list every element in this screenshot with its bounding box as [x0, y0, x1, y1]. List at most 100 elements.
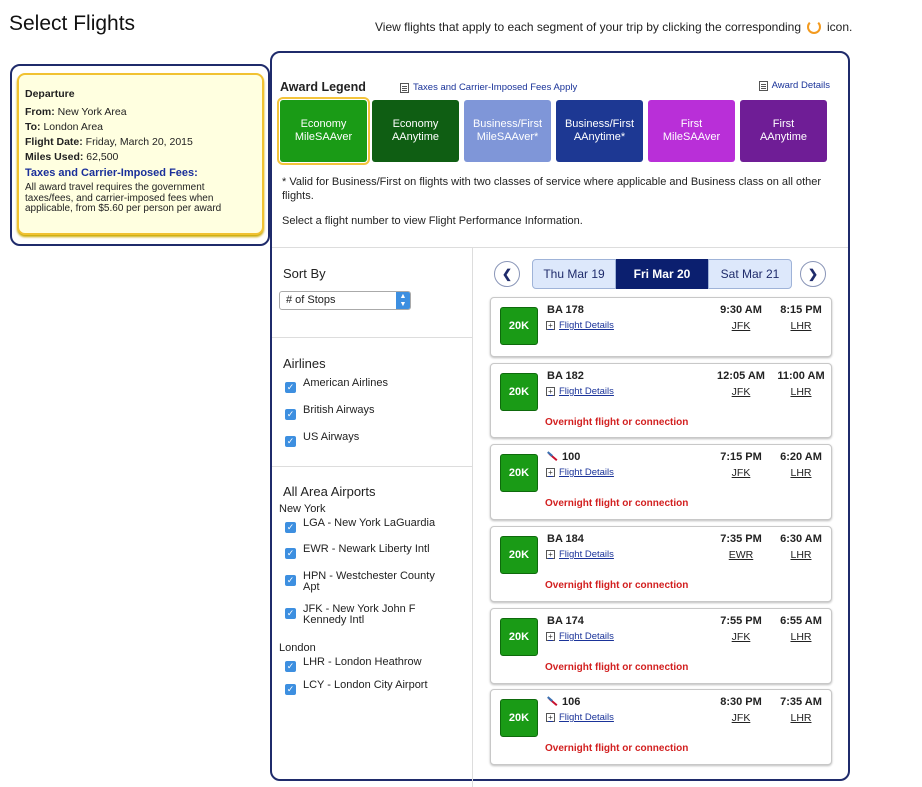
legend-business-first-milesaaver[interactable]: Business/First MileSAAver*: [464, 100, 551, 162]
sort-by-title: Sort By: [283, 266, 326, 281]
date-value: Friday, March 20, 2015: [85, 136, 193, 148]
flight-number[interactable]: BA 178: [547, 304, 584, 316]
expand-icon: +: [546, 550, 555, 559]
arrive-airport-link[interactable]: LHR: [771, 549, 831, 561]
airport-checkbox-jfk[interactable]: ✓ JFK - New York John F Kennedy Intl: [285, 604, 435, 626]
flight-details-link[interactable]: + Flight Details: [546, 467, 614, 478]
depart-airport-link[interactable]: JFK: [713, 320, 769, 332]
flight-details-link[interactable]: + Flight Details: [546, 549, 614, 560]
header-note-icon-word: icon.: [827, 20, 853, 34]
airline-checkbox-british[interactable]: ✓ British Airways: [285, 405, 460, 420]
header-note: View flights that apply to each segment …: [375, 20, 852, 34]
flight-number[interactable]: BA 182: [547, 370, 584, 382]
overnight-note: Overnight flight or connection: [545, 662, 689, 673]
flight-row[interactable]: 20K 106 + Flight Details 8:30 PM 7:35 AM …: [490, 689, 832, 765]
airline-checkbox-american[interactable]: ✓ American Airlines: [285, 378, 460, 393]
award-details-link[interactable]: Award Details: [758, 80, 830, 91]
date-tab-prev[interactable]: Thu Mar 19: [532, 259, 616, 289]
airlines-title: Airlines: [283, 356, 326, 371]
checkbox-checked-icon[interactable]: ✓: [285, 382, 296, 393]
next-date-button[interactable]: ❯: [800, 261, 826, 287]
departure-summary: Departure From: New York Area To: London…: [17, 73, 264, 235]
prev-date-button[interactable]: ❮: [494, 261, 520, 287]
divider: [272, 247, 848, 248]
flight-details-link[interactable]: + Flight Details: [546, 712, 614, 723]
date-tab-current[interactable]: Fri Mar 20: [616, 259, 708, 289]
segment-refresh-icon: [807, 20, 822, 34]
flight-number[interactable]: 106: [547, 696, 580, 708]
checkbox-checked-icon[interactable]: ✓: [285, 661, 296, 672]
flight-row[interactable]: 20K BA 178 + Flight Details 9:30 AM 8:15 …: [490, 297, 832, 357]
american-airlines-logo-icon: [547, 697, 558, 707]
airport-checkbox-lhr[interactable]: ✓ LHR - London Heathrow: [285, 657, 460, 672]
depart-time: 9:30 AM: [720, 304, 762, 316]
airport-checkbox-lga[interactable]: ✓ LGA - New York LaGuardia: [285, 518, 460, 533]
flight-details-link[interactable]: + Flight Details: [546, 386, 614, 397]
award-select-button[interactable]: 20K: [500, 307, 538, 345]
from-label: From:: [25, 106, 55, 118]
legend-business-first-aanytime[interactable]: Business/First AAnytime*: [556, 100, 643, 162]
award-select-button[interactable]: 20K: [500, 699, 538, 737]
legend-economy-milesaaver[interactable]: Economy MileSAAver: [277, 97, 370, 165]
arrive-airport-link[interactable]: LHR: [771, 467, 831, 479]
flight-row[interactable]: 20K BA 174 + Flight Details 7:55 PM 6:55 …: [490, 608, 832, 684]
flight-row[interactable]: 20K 100 + Flight Details 7:15 PM 6:20 AM …: [490, 444, 832, 520]
expand-icon: +: [546, 632, 555, 641]
depart-airport-link[interactable]: JFK: [713, 712, 769, 724]
fees-text: All award travel requires the government…: [25, 182, 222, 214]
depart-airport-link[interactable]: JFK: [713, 631, 769, 643]
city-label-new-york: New York: [279, 503, 326, 515]
taxes-fees-label: Taxes and Carrier-Imposed Fees Apply: [413, 82, 578, 93]
depart-airport-link[interactable]: JFK: [713, 386, 769, 398]
award-select-button[interactable]: 20K: [500, 454, 538, 492]
flight-number[interactable]: 100: [547, 451, 580, 463]
flight-number[interactable]: BA 174: [547, 615, 584, 627]
flight-details-link[interactable]: + Flight Details: [546, 320, 614, 331]
date-tab-next[interactable]: Sat Mar 21: [708, 259, 792, 289]
legend-economy-aanytime[interactable]: Economy AAnytime: [372, 100, 459, 162]
checkbox-checked-icon[interactable]: ✓: [285, 684, 296, 695]
flight-row[interactable]: 20K BA 182 + Flight Details 12:05 AM 11:0…: [490, 363, 832, 438]
depart-airport-link[interactable]: EWR: [713, 549, 769, 561]
airport-checkbox-ewr[interactable]: ✓ EWR - Newark Liberty Intl: [285, 544, 460, 559]
arrive-time: 7:35 AM: [780, 696, 822, 708]
from-row: From: New York Area: [25, 105, 262, 120]
award-select-button[interactable]: 20K: [500, 373, 538, 411]
fees-title: Taxes and Carrier-Imposed Fees:: [25, 167, 198, 179]
header-note-text: View flights that apply to each segment …: [375, 20, 802, 34]
depart-airport-link[interactable]: JFK: [713, 467, 769, 479]
expand-icon: +: [546, 321, 555, 330]
sort-select[interactable]: # of Stops ▲ ▼: [279, 291, 411, 310]
legend-first-milesaaver[interactable]: First MileSAAver: [648, 100, 735, 162]
checkbox-checked-icon[interactable]: ✓: [285, 409, 296, 420]
arrive-airport-link[interactable]: LHR: [771, 631, 831, 643]
miles-value: 62,500: [86, 151, 119, 163]
flight-row[interactable]: 20K BA 184 + Flight Details 7:35 PM 6:30 …: [490, 526, 832, 602]
flight-number[interactable]: BA 184: [547, 533, 584, 545]
depart-time: 8:30 PM: [720, 696, 762, 708]
taxes-fees-link[interactable]: Taxes and Carrier-Imposed Fees Apply: [400, 82, 577, 93]
checkbox-checked-icon[interactable]: ✓: [285, 575, 296, 586]
airline-checkbox-usairways[interactable]: ✓ US Airways: [285, 432, 460, 447]
chevron-updown-icon: ▲ ▼: [396, 292, 410, 309]
airport-checkbox-hpn[interactable]: ✓ HPN - Westchester County Apt: [285, 571, 450, 593]
overnight-note: Overnight flight or connection: [545, 743, 689, 754]
from-value: New York Area: [57, 106, 127, 118]
expand-icon: +: [546, 468, 555, 477]
depart-time: 12:05 AM: [717, 370, 765, 382]
arrive-airport-link[interactable]: LHR: [771, 386, 831, 398]
checkbox-checked-icon[interactable]: ✓: [285, 608, 296, 619]
divider: [272, 337, 472, 338]
award-select-button[interactable]: 20K: [500, 618, 538, 656]
arrive-airport-link[interactable]: LHR: [771, 712, 831, 724]
checkbox-checked-icon[interactable]: ✓: [285, 522, 296, 533]
checkbox-checked-icon[interactable]: ✓: [285, 548, 296, 559]
arrive-airport-link[interactable]: LHR: [771, 320, 831, 332]
checkbox-checked-icon[interactable]: ✓: [285, 436, 296, 447]
flight-details-link[interactable]: + Flight Details: [546, 631, 614, 642]
airport-checkbox-lcy[interactable]: ✓ LCY - London City Airport: [285, 680, 460, 695]
legend-first-aanytime[interactable]: First AAnytime: [740, 100, 827, 162]
award-select-button[interactable]: 20K: [500, 536, 538, 574]
document-icon: [758, 80, 768, 91]
chevron-right-icon: ❯: [807, 267, 819, 281]
